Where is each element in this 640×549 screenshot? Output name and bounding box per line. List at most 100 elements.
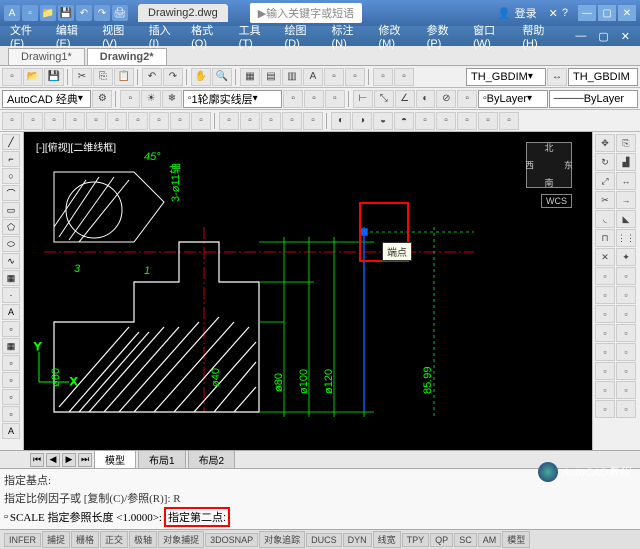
status-sc[interactable]: SC	[454, 533, 477, 547]
rt-12[interactable]: ▫	[616, 362, 636, 380]
circle-tool[interactable]: ○	[2, 168, 20, 184]
open-button[interactable]: 📂	[23, 68, 43, 86]
layer-tool-2[interactable]: ☀	[141, 90, 161, 108]
dim-style-combo-2[interactable]: TH_GBDIM	[568, 68, 638, 86]
block-tool[interactable]: ▫	[2, 321, 20, 337]
dim-diameter-icon[interactable]: ⊘	[436, 90, 456, 108]
tab-nav-first[interactable]: ⏮	[30, 453, 44, 467]
rt-7[interactable]: ▫	[595, 324, 615, 342]
zoom-button[interactable]: 🔍	[212, 68, 232, 86]
rt-6[interactable]: ▫	[616, 305, 636, 323]
tool-a[interactable]: ▦	[240, 68, 260, 86]
region-tool[interactable]: ▫	[2, 355, 20, 371]
t3-21[interactable]: ▫	[436, 112, 456, 130]
menu-help[interactable]: 帮助(H)	[516, 22, 563, 50]
rt-13[interactable]: ▫	[595, 381, 615, 399]
t3-15[interactable]: ▫	[303, 112, 323, 130]
dim-z[interactable]: ▫	[457, 90, 477, 108]
tool-x2[interactable]: ▫	[2, 389, 20, 405]
paste-button[interactable]: 📋	[114, 68, 134, 86]
doc-tab-1[interactable]: Drawing1*	[8, 48, 85, 65]
text-tool[interactable]: A	[2, 304, 20, 320]
dim-radius-icon[interactable]: ◐	[416, 90, 436, 108]
tab-nav-last[interactable]: ⏭	[78, 453, 92, 467]
t3-3[interactable]: ▫	[44, 112, 64, 130]
save-icon[interactable]: 💾	[58, 5, 74, 21]
rt-3[interactable]: ▫	[595, 286, 615, 304]
line-tool[interactable]: ╱	[2, 134, 20, 150]
doc-minimize-icon[interactable]: —	[569, 30, 592, 42]
dim-style-combo-1[interactable]: TH_GBDIM ▾	[466, 68, 546, 86]
t3-18[interactable]: ◒	[373, 112, 393, 130]
drawing-canvas[interactable]: [-][俯视][二维线框]	[24, 132, 592, 450]
undo-icon[interactable]: ↶	[76, 5, 92, 21]
spline-tool[interactable]: ∿	[2, 253, 20, 269]
tool-g[interactable]: ▫	[373, 68, 393, 86]
status-polar[interactable]: 极轴	[129, 531, 157, 548]
wcs-label[interactable]: WCS	[541, 194, 572, 208]
status-model[interactable]: 模型	[502, 531, 530, 548]
t3-9[interactable]: ▫	[170, 112, 190, 130]
redo-button[interactable]: ↷	[163, 68, 183, 86]
mirror-tool[interactable]: ▟	[616, 153, 636, 171]
status-grid[interactable]: 栅格	[71, 531, 99, 548]
tool-e[interactable]: ▫	[324, 68, 344, 86]
status-osnap[interactable]: 对象捕捉	[158, 531, 204, 548]
stretch-tool[interactable]: ↔	[616, 172, 636, 190]
point-tool[interactable]: ·	[2, 287, 20, 303]
help-icon[interactable]: ?	[562, 7, 568, 19]
move-tool[interactable]: ✥	[595, 134, 615, 152]
t3-14[interactable]: ▫	[282, 112, 302, 130]
lt-tool-2[interactable]: ▫	[304, 90, 324, 108]
arc-tool[interactable]: ⌒	[2, 185, 20, 201]
tool-x3[interactable]: ▫	[2, 406, 20, 422]
menu-modify[interactable]: 修改(M)	[373, 22, 421, 50]
copy-tool[interactable]: ⎘	[616, 134, 636, 152]
offset-tool[interactable]: ⊓	[595, 229, 615, 247]
app-icon[interactable]: A	[4, 5, 20, 21]
t3-2[interactable]: ▫	[23, 112, 43, 130]
t3-20[interactable]: ▫	[415, 112, 435, 130]
exchange-icon[interactable]: ✕	[549, 7, 558, 20]
tool-b[interactable]: ▤	[261, 68, 281, 86]
fillet-tool[interactable]: ◟	[595, 210, 615, 228]
rt-4[interactable]: ▫	[616, 286, 636, 304]
redo-icon[interactable]: ↷	[94, 5, 110, 21]
erase-tool[interactable]: ✕	[595, 248, 615, 266]
tab-nav-prev[interactable]: ◀	[46, 453, 60, 467]
rt-2[interactable]: ▫	[616, 267, 636, 285]
t3-24[interactable]: ▫	[499, 112, 519, 130]
copy-button[interactable]: ⎘	[93, 68, 113, 86]
lt-tool-1[interactable]: ▫	[283, 90, 303, 108]
chamfer-tool[interactable]: ◣	[616, 210, 636, 228]
rt-9[interactable]: ▫	[595, 343, 615, 361]
layer-tool-1[interactable]: ▫	[120, 90, 140, 108]
minimize-icon[interactable]: —	[578, 5, 596, 21]
t3-22[interactable]: ▫	[457, 112, 477, 130]
tab-model[interactable]: 模型	[94, 450, 136, 469]
extend-tool[interactable]: →	[616, 191, 636, 209]
status-infer[interactable]: INFER	[4, 533, 41, 547]
rectangle-tool[interactable]: ▭	[2, 202, 20, 218]
t3-17[interactable]: ◑	[352, 112, 372, 130]
status-otrack[interactable]: 对象追踪	[259, 531, 305, 548]
dim-aligned-icon[interactable]: ⤡	[374, 90, 394, 108]
undo-button[interactable]: ↶	[142, 68, 162, 86]
tab-layout1[interactable]: 布局1	[138, 450, 186, 469]
new-button[interactable]: ▫	[2, 68, 22, 86]
t3-12[interactable]: ▫	[240, 112, 260, 130]
menu-view[interactable]: 视图(V)	[96, 22, 142, 50]
table-tool[interactable]: ▦	[2, 338, 20, 354]
tab-layout2[interactable]: 布局2	[188, 450, 236, 469]
menu-draw[interactable]: 绘图(D)	[279, 22, 326, 50]
t3-23[interactable]: ▫	[478, 112, 498, 130]
ellipse-tool[interactable]: ⬭	[2, 236, 20, 252]
tool-f[interactable]: ▫	[345, 68, 365, 86]
status-qp[interactable]: QP	[430, 533, 453, 547]
view-cube[interactable]: 北 南 东 西	[526, 142, 572, 188]
t3-16[interactable]: ◐	[331, 112, 351, 130]
lt-tool-3[interactable]: ▫	[325, 90, 345, 108]
doc-restore-icon[interactable]: ▢	[592, 30, 614, 43]
bylayer-combo-1[interactable]: ▫ ByLayer ▾	[478, 90, 548, 108]
rt-10[interactable]: ▫	[616, 343, 636, 361]
